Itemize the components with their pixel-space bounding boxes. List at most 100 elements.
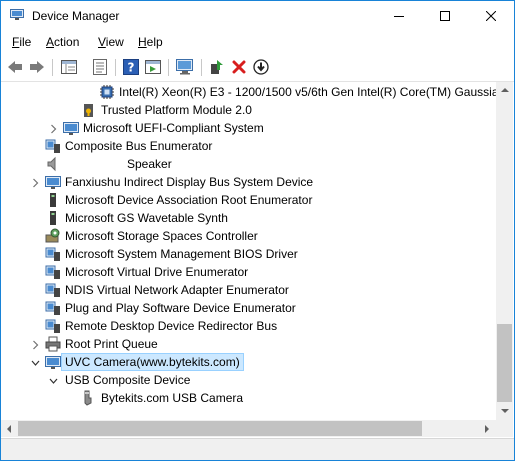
tree-item[interactable]: Speaker	[1, 155, 496, 173]
show-hidden-button[interactable]	[90, 57, 110, 77]
action-pane-button[interactable]	[143, 57, 163, 77]
tree-item-label: NDIS Virtual Network Adapter Enumerator	[65, 283, 289, 297]
device-tree[interactable]: Intel(R) Xeon(R) E3 - 1200/1500 v5/6th G…	[1, 82, 496, 420]
tree-item[interactable]: Fanxiushu Indirect Display Bus System De…	[1, 173, 496, 191]
tree-item[interactable]: Trusted Platform Module 2.0	[1, 101, 496, 119]
dark-device-icon	[45, 192, 61, 208]
window-title: Device Manager	[32, 9, 120, 23]
tree-item[interactable]: Root Print Queue	[1, 335, 496, 353]
tree-item[interactable]: Intel(R) Xeon(R) E3 - 1200/1500 v5/6th G…	[1, 83, 496, 101]
tree-item[interactable]: UVC Camera(www.bytekits.com)	[1, 353, 496, 371]
update-driver-button[interactable]	[207, 57, 227, 77]
maximize-button[interactable]	[422, 1, 468, 31]
system-device-icon	[45, 282, 61, 298]
properties-pane-button[interactable]	[59, 57, 79, 77]
status-bar	[1, 438, 514, 460]
tree-item[interactable]: Microsoft Device Association Root Enumer…	[1, 191, 496, 209]
collapse-chevron-icon[interactable]	[49, 375, 58, 385]
scrollbar-corner	[496, 420, 513, 437]
tree-item-label: USB Composite Device	[65, 373, 191, 387]
tree-item-label: Intel(R) Xeon(R) E3 - 1200/1500 v5/6th G…	[119, 85, 496, 99]
tree-item[interactable]: Microsoft Storage Spaces Controller	[1, 227, 496, 245]
tree-item-label: Microsoft System Management BIOS Driver	[65, 247, 298, 261]
system-device-icon	[45, 300, 61, 316]
vertical-scrollbar[interactable]	[496, 82, 513, 420]
scroll-down-icon[interactable]	[501, 409, 509, 413]
system-device-icon	[45, 318, 61, 334]
tree-item-label: Microsoft GS Wavetable Synth	[65, 211, 228, 225]
device-manager-window: Device Manager File Action View Help ? I…	[0, 0, 515, 461]
menu-bar: File Action View Help	[1, 32, 514, 53]
menu-view-accel: V	[98, 35, 106, 49]
speaker-icon	[45, 156, 61, 172]
scroll-left-icon[interactable]	[7, 425, 11, 433]
menu-file-label: ile	[19, 35, 32, 49]
tree-item[interactable]: Microsoft System Management BIOS Driver	[1, 245, 496, 263]
vertical-scroll-thumb[interactable]	[497, 324, 512, 402]
disable-device-icon	[253, 59, 269, 75]
tree-item-label: Root Print Queue	[65, 337, 158, 351]
title-bar[interactable]: Device Manager	[1, 1, 514, 31]
menu-view[interactable]: View	[98, 35, 124, 49]
tree-item-label: Trusted Platform Module 2.0	[101, 103, 252, 117]
monitor-icon	[45, 174, 61, 190]
system-device-icon	[45, 264, 61, 280]
tree-item[interactable]: Plug and Play Software Device Enumerator	[1, 299, 496, 317]
disable-device-button[interactable]	[251, 57, 271, 77]
help-icon: ?	[123, 59, 139, 75]
back-icon	[8, 61, 22, 73]
help-button[interactable]: ?	[121, 57, 141, 77]
tpm-icon	[81, 102, 97, 118]
svg-text:?: ?	[128, 61, 135, 75]
scroll-up-icon[interactable]	[501, 88, 509, 92]
tree-item-label: UVC Camera(www.bytekits.com)	[61, 353, 244, 371]
maximize-icon	[440, 11, 450, 21]
dark-device-icon	[45, 210, 61, 226]
menu-action[interactable]: Action	[46, 35, 79, 49]
action-pane-icon	[145, 60, 161, 74]
forward-button[interactable]	[27, 57, 47, 77]
system-device-icon	[45, 246, 61, 262]
uninstall-button[interactable]	[229, 57, 249, 77]
tree-item[interactable]: NDIS Virtual Network Adapter Enumerator	[1, 281, 496, 299]
tree-item[interactable]: Microsoft GS Wavetable Synth	[1, 209, 496, 227]
properties-pane-icon	[61, 60, 77, 74]
tree-item-label: Bytekits.com USB Camera	[101, 391, 244, 405]
show-hidden-icon	[93, 59, 107, 75]
device-manager-icon	[10, 9, 24, 20]
horizontal-scroll-thumb[interactable]	[18, 421, 422, 436]
tree-item-label: Microsoft UEFI-Compliant System	[83, 121, 264, 135]
toolbar-separator	[115, 59, 116, 76]
tree-item[interactable]: Composite Bus Enumerator	[1, 137, 496, 155]
menu-view-label: iew	[105, 35, 124, 49]
tree-item[interactable]: Bytekits.com USB Camera	[1, 389, 496, 407]
expand-chevron-icon[interactable]	[31, 177, 40, 188]
expand-chevron-icon[interactable]	[49, 123, 58, 134]
update-driver-icon	[211, 60, 223, 74]
toolbar-separator	[201, 59, 202, 76]
tree-item[interactable]: Remote Desktop Device Redirector Bus	[1, 317, 496, 335]
collapse-chevron-icon[interactable]	[31, 357, 40, 367]
back-button[interactable]	[5, 57, 25, 77]
close-button[interactable]	[468, 1, 514, 31]
menu-action-label: ction	[54, 35, 80, 49]
storage-icon	[45, 228, 61, 244]
toolbar: ?	[1, 54, 514, 82]
tree-item[interactable]: Microsoft Virtual Drive Enumerator	[1, 263, 496, 281]
horizontal-scrollbar[interactable]	[1, 420, 496, 437]
tree-item-label: Remote Desktop Device Redirector Bus	[65, 319, 278, 333]
tree-item[interactable]: Microsoft UEFI-Compliant System	[1, 119, 496, 137]
expand-chevron-icon[interactable]	[31, 339, 40, 350]
forward-icon	[30, 61, 44, 73]
menu-help[interactable]: Help	[138, 35, 163, 49]
scan-hardware-button[interactable]	[175, 57, 195, 77]
tree-item-label: Microsoft Device Association Root Enumer…	[65, 193, 313, 207]
tree-item[interactable]: USB Composite Device	[1, 371, 496, 389]
uninstall-icon	[232, 60, 246, 74]
monitor-icon	[63, 120, 79, 136]
menu-file[interactable]: File	[12, 35, 31, 49]
tree-item-label: Plug and Play Software Device Enumerator	[65, 301, 296, 315]
minimize-button[interactable]	[376, 1, 422, 31]
scroll-right-icon[interactable]	[485, 425, 489, 433]
tree-item-label: Microsoft Virtual Drive Enumerator	[65, 265, 249, 279]
